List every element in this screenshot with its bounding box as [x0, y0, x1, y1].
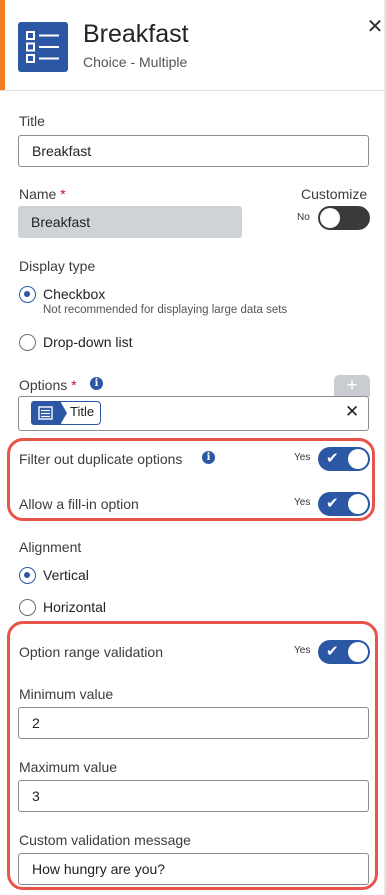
dropdown-list-radio[interactable]	[19, 334, 36, 351]
chip-arrow	[60, 401, 67, 425]
check-icon: ✔	[326, 450, 339, 467]
options-field-label: Options *	[19, 377, 77, 393]
checklist-icon	[18, 22, 68, 72]
customize-state: No	[297, 212, 310, 223]
title-input[interactable]: Breakfast	[18, 135, 369, 167]
options-label-text: Options	[19, 377, 68, 393]
display-type-label: Display type	[19, 258, 96, 274]
maximum-value-label: Maximum value	[19, 759, 118, 775]
minimum-value-label: Minimum value	[19, 686, 114, 702]
option-range-validation-state: Yes	[294, 645, 311, 656]
toggle-knob	[320, 208, 340, 228]
check-icon: ✔	[326, 495, 339, 512]
close-icon[interactable]: ✕	[364, 16, 386, 38]
vertical-radio[interactable]	[19, 567, 36, 584]
header-divider	[0, 90, 386, 91]
info-icon[interactable]: i	[202, 451, 215, 464]
checkbox-note: Not recommended for displaying large dat…	[43, 304, 288, 316]
customize-label: Customize	[301, 186, 368, 202]
chip-label: Title	[70, 404, 95, 419]
horizontal-radio-label[interactable]: Horizontal	[43, 599, 106, 615]
filter-duplicates-label: Filter out duplicate options	[19, 451, 183, 467]
info-icon[interactable]: i	[90, 377, 103, 390]
vertical-radio-label[interactable]: Vertical	[43, 567, 89, 583]
fill-in-label: Allow a fill-in option	[19, 496, 139, 512]
checkbox-radio[interactable]	[19, 286, 36, 303]
dropdown-list-radio-label[interactable]: Drop-down list	[43, 334, 132, 350]
add-option-button[interactable]: +	[334, 375, 370, 397]
custom-message-input[interactable]: How hungry are you?	[18, 853, 369, 885]
filter-duplicates-toggle[interactable]: ✔	[318, 447, 370, 471]
customize-toggle[interactable]	[318, 206, 370, 230]
toggle-knob	[348, 642, 368, 662]
panel-title: Breakfast	[83, 20, 189, 48]
required-mark: *	[60, 186, 66, 202]
check-icon: ✔	[326, 643, 339, 660]
panel-subtitle: Choice - Multiple	[83, 54, 188, 70]
horizontal-radio[interactable]	[19, 599, 36, 616]
fill-in-state: Yes	[294, 497, 311, 508]
name-input: Breakfast	[18, 206, 242, 238]
required-mark: *	[71, 377, 77, 393]
checkbox-radio-label[interactable]: Checkbox	[43, 286, 105, 302]
maximum-value-input[interactable]: 3	[18, 780, 369, 812]
remove-option-icon[interactable]: ✕	[345, 402, 359, 422]
name-field-label: Name *	[19, 186, 66, 202]
fill-in-toggle[interactable]: ✔	[318, 492, 370, 516]
option-range-validation-label: Option range validation	[19, 644, 163, 660]
alignment-label: Alignment	[19, 539, 82, 555]
filter-duplicates-state: Yes	[294, 452, 311, 463]
custom-message-label: Custom validation message	[19, 832, 191, 848]
toggle-knob	[348, 494, 368, 514]
title-field-label: Title	[19, 113, 45, 129]
header-accent-bar	[0, 0, 5, 90]
minimum-value-input[interactable]: 2	[18, 707, 369, 739]
toggle-knob	[348, 449, 368, 469]
list-icon	[31, 401, 61, 425]
option-range-validation-toggle[interactable]: ✔	[318, 640, 370, 664]
name-label-text: Name	[19, 186, 57, 202]
